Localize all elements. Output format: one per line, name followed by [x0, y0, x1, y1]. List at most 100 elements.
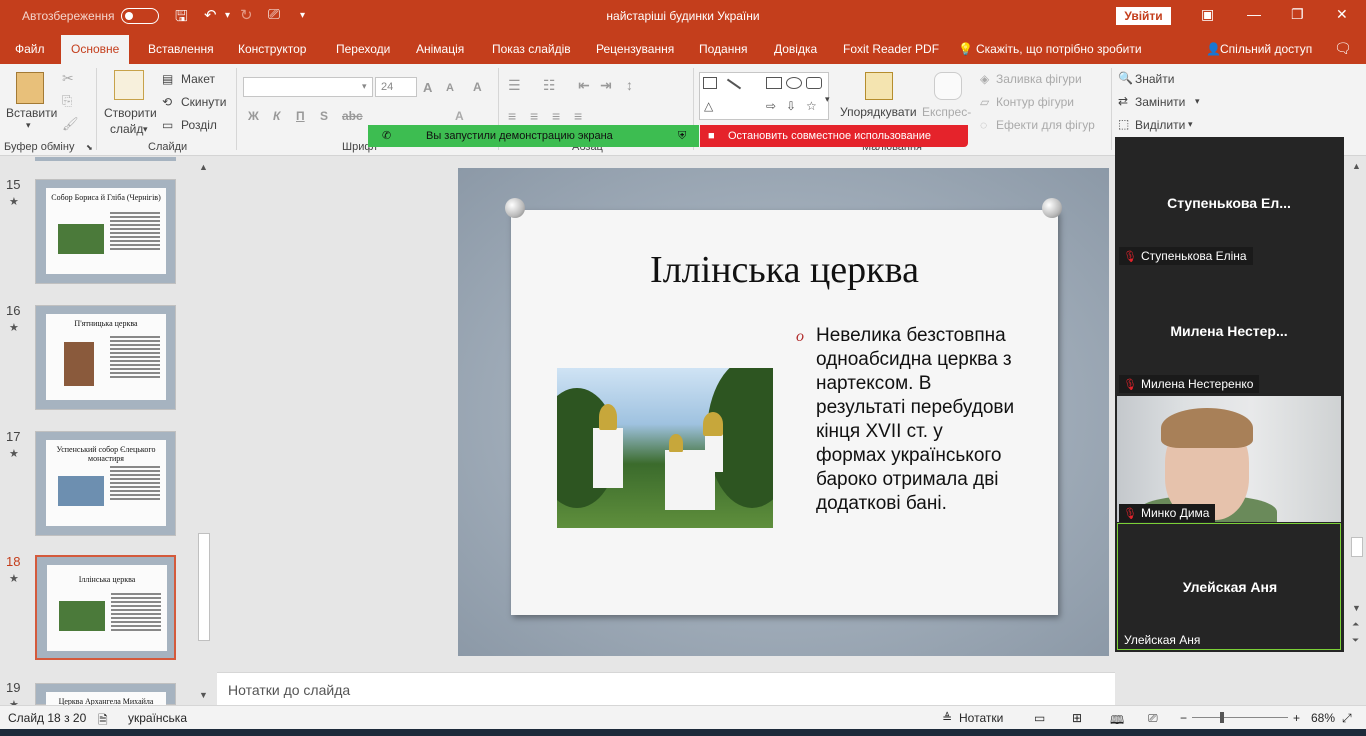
zoom-level[interactable]: 68% [1311, 711, 1335, 725]
slide-scrollbar[interactable]: ▲ ▼ ⏶ ⏷ [1348, 157, 1366, 705]
down-arrow-shape-icon[interactable]: ⇩ [786, 99, 796, 113]
replace-button[interactable]: Замінити [1135, 95, 1185, 109]
arrow-shape-icon[interactable]: ⇨ [766, 99, 776, 113]
slide-thumbnail-18[interactable]: Іллінська церква [35, 555, 176, 660]
fit-to-window-icon[interactable]: ⤢ [1342, 711, 1352, 726]
clipboard-launcher-icon[interactable]: ⬊ [86, 143, 93, 152]
zoom-slider-thumb[interactable] [1220, 712, 1224, 723]
find-button[interactable]: Знайти [1135, 72, 1174, 86]
copy-icon[interactable]: ⎘ [62, 93, 72, 109]
numbering-icon[interactable]: ☷ [543, 77, 556, 94]
triangle-shape-icon[interactable]: △ [704, 99, 713, 113]
language-indicator[interactable]: українська [128, 711, 187, 725]
normal-view-icon[interactable]: ▭ [1034, 711, 1045, 725]
font-name-dropdown-icon[interactable]: ▾ [362, 81, 367, 92]
scroll-down-icon[interactable]: ▼ [199, 690, 208, 700]
slide-sorter-icon[interactable]: ⊞ [1072, 711, 1082, 725]
tell-me-search[interactable]: Скажіть, що потрібно зробити [976, 42, 1142, 56]
format-painter-icon[interactable]: 🖌 [62, 116, 79, 132]
zoom-slider[interactable] [1192, 717, 1288, 718]
scroll-up-icon[interactable]: ▲ [1352, 161, 1361, 171]
tab-design[interactable]: Конструктор [238, 42, 306, 56]
shape-outline-button[interactable]: Контур фігури [996, 95, 1074, 109]
slide-thumbnail-16[interactable]: П'ятницька церква [35, 305, 176, 410]
bold-button[interactable]: Ж [248, 109, 259, 123]
arrange-button[interactable]: Упорядкувати [840, 105, 917, 119]
reset-button[interactable]: Скинути [181, 95, 226, 109]
increase-indent-icon[interactable]: ⇥ [600, 77, 612, 94]
previous-slide-icon[interactable]: ⏶ [1352, 619, 1359, 630]
decrease-indent-icon[interactable]: ⇤ [578, 77, 590, 94]
stop-sharing-button[interactable]: ■ Остановить совместное использование [700, 125, 968, 147]
align-left-icon[interactable]: ≡ [508, 108, 516, 124]
shapes-more-icon[interactable]: ▾ [825, 94, 830, 105]
next-slide-icon[interactable]: ⏷ [1352, 635, 1359, 646]
ribbon-display-icon[interactable]: ▣ [1201, 6, 1214, 23]
tab-foxit[interactable]: Foxit Reader PDF [843, 42, 939, 56]
scroll-down-icon[interactable]: ▼ [1352, 603, 1361, 613]
line-spacing-icon[interactable]: ↕ [626, 77, 633, 93]
zoom-out-icon[interactable]: − [1180, 711, 1187, 725]
new-slide-icon[interactable] [114, 70, 144, 100]
slide-bullet-text[interactable]: Невелика безстовпна одноабсидна церква з… [816, 324, 1016, 516]
scrollbar-thumb[interactable] [1351, 537, 1363, 557]
paste-icon[interactable] [16, 72, 44, 104]
select-dropdown-icon[interactable]: ▾ [1188, 119, 1193, 130]
shapes-gallery[interactable]: △ ⇨ ⇩ ☆ [699, 72, 829, 120]
clear-format-icon[interactable]: A [473, 80, 482, 94]
paste-button[interactable]: Вставити [6, 106, 57, 120]
new-slide-label-2[interactable]: слайд [110, 122, 143, 136]
participant-tile[interactable]: Милена Нестер... 🎙 Милена Нестеренко [1117, 268, 1341, 394]
scrollbar-thumb[interactable] [198, 533, 210, 641]
strikethrough-icon[interactable]: abc [342, 109, 363, 123]
restore-icon[interactable]: ❐ [1291, 6, 1304, 23]
tab-file[interactable]: Файл [15, 42, 45, 56]
thumbnails-scrollbar[interactable]: ▲ ▼ [197, 160, 211, 705]
sign-in-button[interactable]: Увійти [1116, 7, 1171, 25]
increase-font-icon[interactable]: A [423, 80, 432, 95]
participant-tile[interactable]: Ступенькова Ел... 🎙 Ступенькова Еліна [1117, 140, 1341, 266]
rounded-rect-shape-icon[interactable] [806, 77, 822, 89]
tab-review[interactable]: Рецензування [596, 42, 674, 56]
align-right-icon[interactable]: ≡ [552, 108, 560, 124]
align-center-icon[interactable]: ≡ [530, 108, 538, 124]
line-shape-icon[interactable] [726, 78, 742, 90]
thumb-14-remainder[interactable] [35, 157, 176, 161]
star-shape-icon[interactable]: ☆ [806, 99, 817, 113]
notes-pane[interactable]: Нотатки до слайда [217, 672, 1115, 705]
scroll-up-icon[interactable]: ▲ [199, 162, 208, 172]
slide-thumbnail-17[interactable]: Успенський собор Єлецького монастиря [35, 431, 176, 536]
font-name-combo[interactable] [243, 77, 373, 97]
tab-transitions[interactable]: Переходи [336, 42, 390, 56]
section-button[interactable]: Розділ [181, 118, 217, 132]
share-button[interactable]: Спільний доступ [1220, 42, 1312, 56]
shadow-button[interactable]: S [320, 109, 328, 123]
minimize-icon[interactable]: — [1247, 6, 1261, 22]
cut-icon[interactable]: ✂ [62, 70, 74, 87]
tab-help[interactable]: Довідка [774, 42, 817, 56]
comments-icon[interactable]: 🗨 [1334, 40, 1352, 57]
tab-slideshow[interactable]: Показ слайдів [492, 42, 571, 56]
text-box-shape-icon[interactable] [703, 77, 717, 89]
zoom-in-icon[interactable]: + [1293, 711, 1300, 725]
slide-thumbnail-19[interactable]: Церква Архангела Михайла [35, 683, 176, 706]
new-slide-button[interactable]: Створити [104, 106, 157, 120]
rectangle-shape-icon[interactable] [766, 77, 782, 89]
paste-dropdown-icon[interactable]: ▾ [26, 120, 31, 131]
slide-thumbnail-15[interactable]: Собор Бориса й Гліба (Чернігів) [35, 179, 176, 284]
tab-insert[interactable]: Вставлення [148, 42, 214, 56]
underline-button[interactable]: П [296, 109, 305, 123]
shape-effects-button[interactable]: Ефекти для фігур [996, 118, 1095, 132]
select-button[interactable]: Виділити [1135, 118, 1185, 132]
layout-button[interactable]: Макет [181, 72, 215, 86]
church-photo[interactable] [557, 368, 773, 528]
justify-icon[interactable]: ≡ [574, 108, 582, 124]
tab-home[interactable]: Основне [61, 35, 130, 64]
shape-fill-button[interactable]: Заливка фігури [996, 72, 1082, 86]
participant-tile-active-speaker[interactable]: Улейская Аня Улейская Аня [1117, 523, 1341, 650]
font-color-icon[interactable]: A [455, 109, 464, 123]
quick-styles-button[interactable]: Експрес- [922, 105, 971, 119]
arrange-icon[interactable] [865, 72, 893, 100]
replace-dropdown-icon[interactable]: ▾ [1195, 96, 1200, 107]
slide-title[interactable]: Іллінська церква [511, 248, 1058, 292]
